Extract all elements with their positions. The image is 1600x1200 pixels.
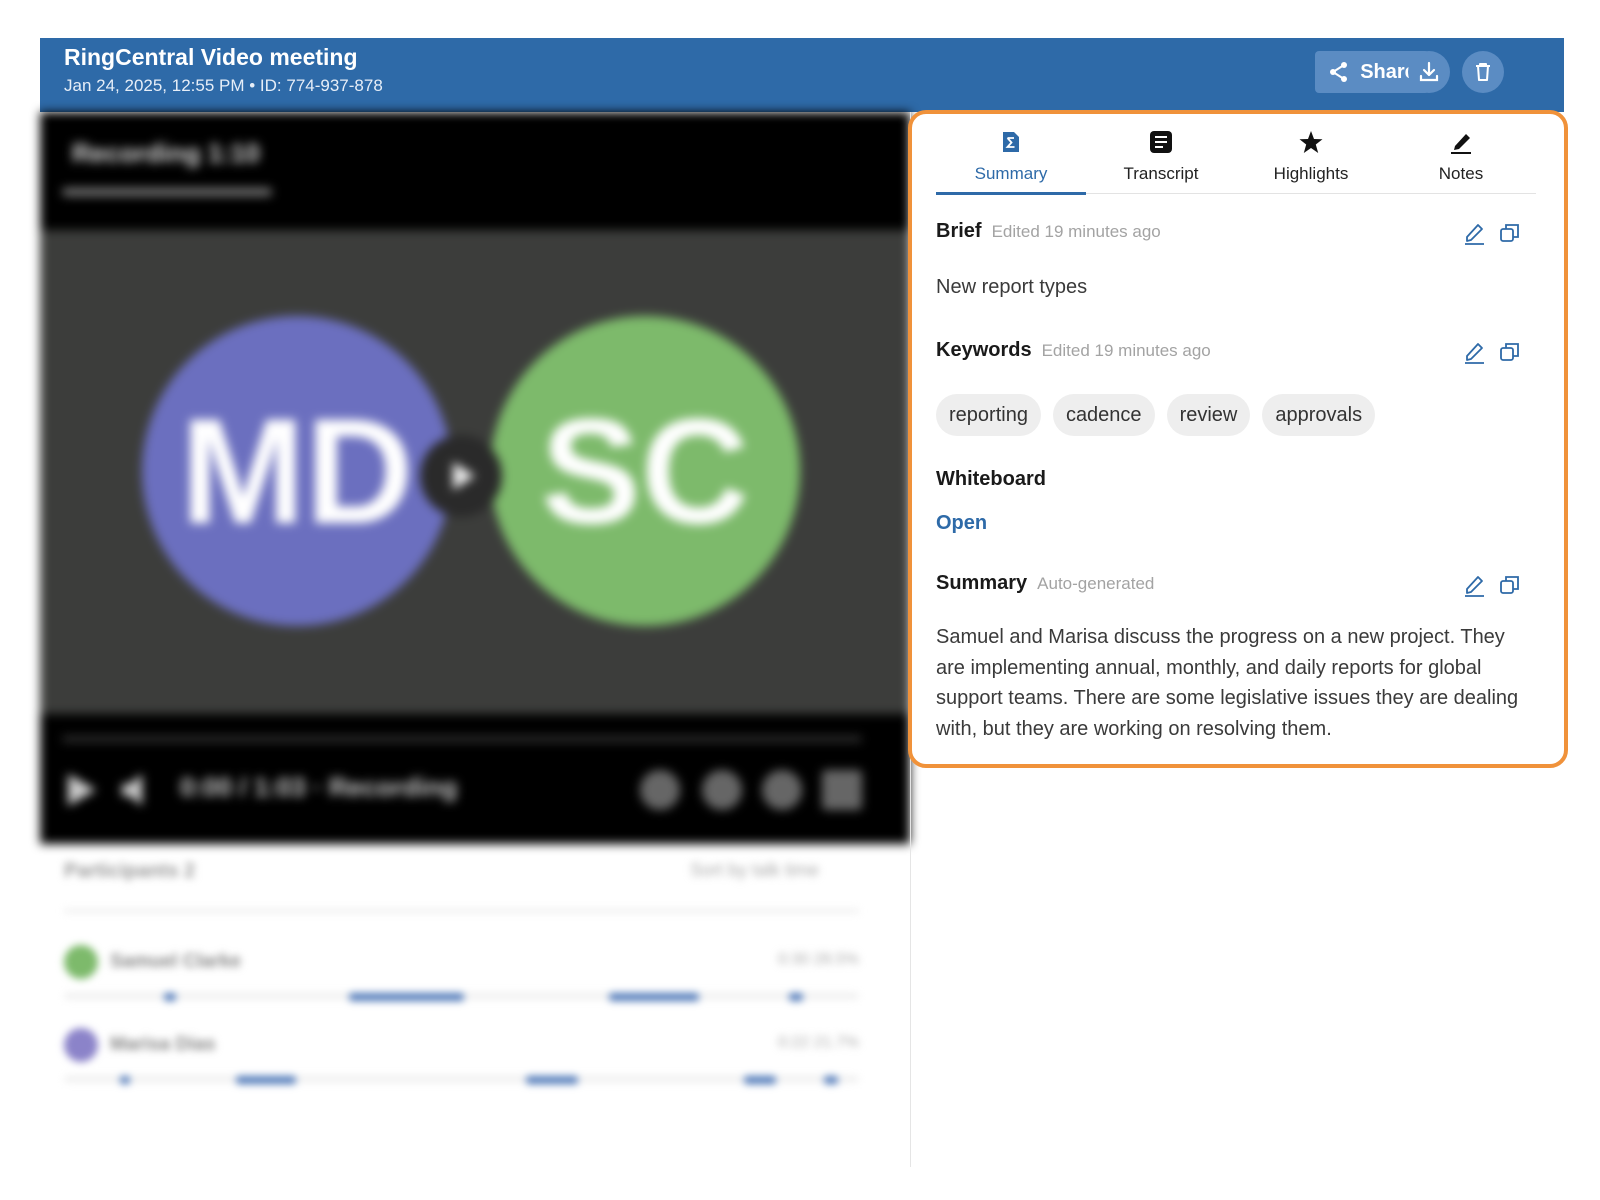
fullscreen-icon[interactable] [822, 770, 862, 810]
play-control-icon[interactable] [64, 770, 100, 810]
brief-edit-icon[interactable] [1462, 220, 1488, 246]
participant-row: Marisa Dias 0:22 21.7% [64, 1028, 859, 1088]
keywords-edited: Edited 19 minutes ago [1041, 341, 1211, 360]
delete-button[interactable] [1462, 51, 1504, 93]
talk-segment [526, 1076, 578, 1084]
video-top-bar: Recording 1:10 [40, 112, 910, 230]
brief-copy-icon[interactable] [1497, 220, 1523, 246]
transcript-icon [1150, 131, 1172, 153]
summary-title: Summary [936, 572, 1028, 594]
keyword-chip[interactable]: reporting [936, 394, 1041, 436]
keywords-edit-icon[interactable] [1462, 339, 1488, 365]
tab-highlights-label: Highlights [1273, 164, 1349, 183]
tab-notes[interactable]: Notes [1386, 128, 1536, 194]
tab-transcript[interactable]: Transcript [1086, 128, 1236, 194]
participant-stat: 0:22 21.7% [778, 1034, 859, 1051]
meeting-meta: Jan 24, 2025, 12:55 PM • ID: 774-937-878 [64, 76, 383, 95]
participants-divider [64, 910, 859, 912]
talk-segment [349, 993, 464, 1001]
participant-name: Marisa Dias [110, 1034, 216, 1055]
video-progress-track[interactable] [62, 736, 862, 742]
captions-icon[interactable] [762, 770, 802, 810]
pen-icon [1451, 134, 1471, 154]
talk-segment [609, 993, 699, 1001]
summary-auto-generated: Auto-generated [1037, 574, 1155, 593]
participant-name: Samuel Clarke [110, 951, 241, 972]
summary-copy-icon[interactable] [1497, 572, 1523, 598]
whiteboard-open-link[interactable]: Open [936, 512, 987, 535]
link-icon[interactable] [640, 770, 680, 810]
keywords-copy-icon[interactable] [1497, 339, 1523, 365]
video-stage: MD SC [40, 230, 910, 714]
tab-highlights[interactable]: Highlights [1236, 128, 1386, 194]
download-icon [1419, 61, 1439, 82]
keyword-chip[interactable]: cadence [1052, 394, 1155, 436]
volume-icon[interactable] [118, 770, 158, 810]
avatar-md: MD [142, 316, 452, 626]
keyword-chip[interactable]: approvals [1262, 394, 1376, 436]
download-button[interactable] [1408, 51, 1450, 93]
panel-tabs: Summary Transcript Highlights Notes [936, 128, 1536, 195]
keywords-heading: Keywords Edited 19 minutes ago [936, 339, 1211, 362]
video-time-label: 0:00 / 1:03 · Recording [180, 772, 458, 802]
talk-segment [824, 1076, 838, 1084]
trash-icon [1476, 63, 1490, 81]
keyword-chip[interactable]: review [1166, 394, 1251, 436]
tab-summary[interactable]: Summary [936, 128, 1086, 195]
keyword-chips: reporting cadence review approvals [936, 394, 1376, 436]
play-overlay-button[interactable] [420, 435, 502, 517]
recording-bar [62, 188, 272, 196]
summary-panel: Summary Transcript Highlights Notes Brie… [908, 110, 1568, 768]
participants-heading[interactable]: Participants 2 [64, 860, 195, 883]
avatar-sc: SC [490, 316, 800, 626]
tab-transcript-label: Transcript [1123, 164, 1199, 183]
brief-edited: Edited 19 minutes ago [991, 222, 1161, 241]
talk-segment [120, 1076, 130, 1084]
keywords-title: Keywords [936, 339, 1032, 361]
share-icon [1330, 62, 1348, 82]
participants-sort[interactable]: Sort by talk time [690, 860, 819, 881]
recording-label: Recording 1:10 [72, 138, 260, 168]
talk-segment [744, 1076, 776, 1084]
participant-stat: 0:30 28.5% [778, 951, 859, 968]
brief-title: Brief [936, 220, 982, 242]
summary-icon [1003, 132, 1019, 152]
participant-avatar [64, 945, 98, 979]
participants-section: Participants 2 Sort by talk time Samuel … [40, 850, 910, 1150]
summary-text: Samuel and Marisa discuss the progress o… [936, 626, 1519, 740]
brief-heading: Brief Edited 19 minutes ago [936, 220, 1161, 243]
video-player[interactable]: Recording 1:10 MD SC 0:00 / 1:03 · Recor… [40, 112, 910, 844]
play-icon [453, 462, 475, 490]
video-controls: 0:00 / 1:03 · Recording [40, 714, 910, 844]
tab-notes-label: Notes [1438, 164, 1484, 183]
talk-segment [164, 993, 176, 1001]
summary-heading: Summary Auto-generated [936, 572, 1154, 595]
participant-talk-track [64, 1076, 859, 1082]
summary-edit-icon[interactable] [1462, 572, 1488, 598]
talk-segment [789, 993, 803, 1001]
participant-avatar [64, 1028, 98, 1062]
participant-row: Samuel Clarke 0:30 28.5% [64, 945, 859, 1005]
star-icon [1299, 131, 1323, 153]
whiteboard-title: Whiteboard [936, 468, 1046, 490]
tab-summary-label: Summary [974, 164, 1048, 183]
whiteboard-heading: Whiteboard [936, 468, 1046, 491]
meeting-header: RingCentral Video meeting Jan 24, 2025, … [40, 38, 1564, 112]
meeting-title: RingCentral Video meeting [64, 44, 358, 70]
speed-icon[interactable] [702, 770, 742, 810]
brief-text: New report types [936, 276, 1088, 298]
talk-segment [236, 1076, 296, 1084]
